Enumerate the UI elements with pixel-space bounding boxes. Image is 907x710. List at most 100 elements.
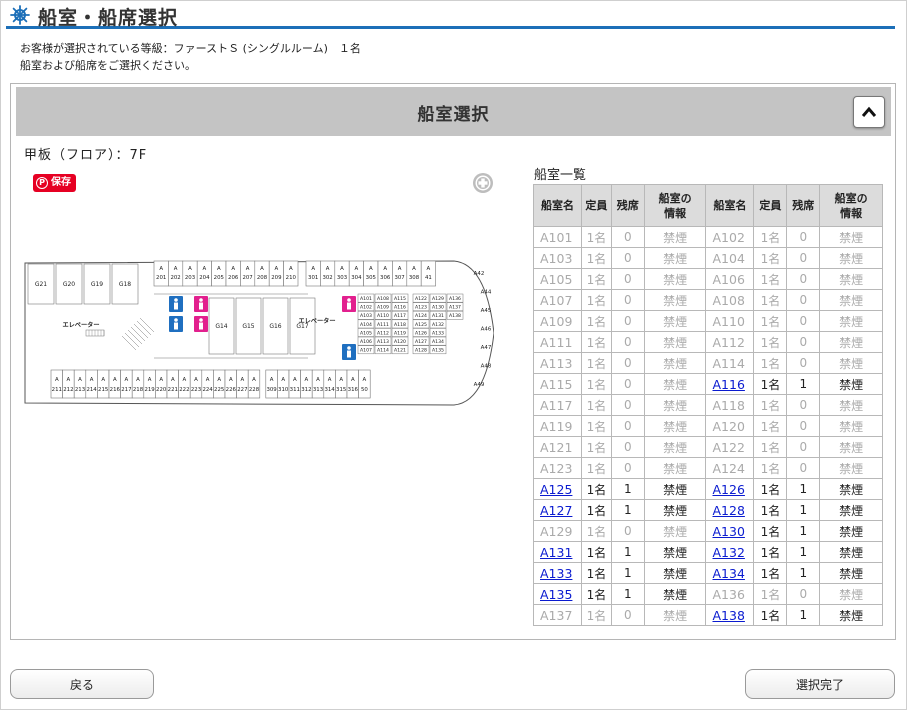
cabin-room xyxy=(196,260,212,287)
cabin-link[interactable]: A116 xyxy=(712,377,744,392)
room-number: 224 xyxy=(202,387,213,393)
male-wc-icon-head xyxy=(347,346,351,350)
remaining-cell: 0 xyxy=(610,520,645,542)
column-header: 定員 xyxy=(580,184,612,227)
room-number: 208 xyxy=(257,275,268,281)
table-row: A117 1名 0 禁煙 A118 1名 0 禁煙 xyxy=(533,394,883,416)
remaining-cell: 0 xyxy=(610,226,645,248)
cabin-link[interactable]: A130 xyxy=(712,524,744,539)
cabin-info-cell: 禁煙 xyxy=(643,436,707,458)
room-prefix: A xyxy=(275,266,279,272)
cabin-cell-label: A119 xyxy=(394,330,406,336)
room-prefix: A xyxy=(340,266,344,272)
remaining-cell: 0 xyxy=(610,247,645,269)
capacity-cell: 1名 xyxy=(753,478,788,500)
cabin-cell-label: A102 xyxy=(360,305,372,311)
table-row: A131 1名 1 禁煙 A132 1名 1 禁煙 xyxy=(533,541,883,563)
cabin-room xyxy=(108,369,121,399)
capacity-cell: 1名 xyxy=(753,394,788,416)
table-row: A107 1名 0 禁煙 A108 1名 0 禁煙 xyxy=(533,289,883,311)
cabin-link[interactable]: A128 xyxy=(712,503,744,518)
cabin-room xyxy=(346,369,359,399)
room-prefix: A xyxy=(383,266,387,272)
pin-save-label: 保存 xyxy=(51,177,71,188)
room-prefix: A xyxy=(159,266,163,272)
cabin-link[interactable]: A133 xyxy=(540,566,572,581)
table-header-row: 船室名 定員 残席 船室の 情報 船室名 定員 残席 船室の 情報 xyxy=(533,184,883,227)
room-number: G15 xyxy=(242,323,254,330)
cabin-info-cell: 禁煙 xyxy=(819,562,883,584)
room-prefix: A xyxy=(427,266,431,272)
cabin-link[interactable]: A131 xyxy=(540,545,572,560)
table-row: A125 1名 1 禁煙 A126 1名 1 禁煙 xyxy=(533,478,883,500)
deck-map[interactable]: A 201 A 202 A 203 A 204 A 205 A 206 A 207 A 208 A 209 A 210… xyxy=(24,258,494,408)
cabin-link[interactable]: A134 xyxy=(712,566,744,581)
room-number: 222 xyxy=(179,387,189,393)
remaining-cell: 0 xyxy=(786,415,821,437)
table-row: A115 1名 0 禁煙 A116 1名 1 禁煙 xyxy=(533,373,883,395)
cabin-link[interactable]: A135 xyxy=(540,587,572,602)
cabin-link[interactable]: A127 xyxy=(540,503,572,518)
cabin-name-cell: A136 xyxy=(705,583,755,605)
room-prefix: A xyxy=(229,377,233,383)
room-prefix: A xyxy=(183,377,187,383)
room-number: A49 xyxy=(474,382,485,388)
remaining-cell: 0 xyxy=(610,457,645,479)
capacity-cell: 1名 xyxy=(580,541,612,563)
capacity-cell: 1名 xyxy=(580,352,612,374)
room-number: A44 xyxy=(481,290,492,296)
cabin-link[interactable]: A132 xyxy=(712,545,744,560)
room-number: 204 xyxy=(199,275,210,281)
capacity-cell: 1名 xyxy=(753,331,788,353)
pinterest-save-button[interactable]: P 保存 xyxy=(33,174,76,192)
room-number: 313 xyxy=(313,387,323,393)
select-complete-button[interactable]: 選択完了 xyxy=(745,669,895,699)
cabin-link[interactable]: A126 xyxy=(712,482,744,497)
back-button[interactable]: 戻る xyxy=(10,669,154,699)
cabin-name-cell: A137 xyxy=(533,604,582,626)
cabin-room xyxy=(300,369,313,399)
cabin-cell-label: A112 xyxy=(377,330,389,336)
female-wc-icon-body xyxy=(199,322,203,330)
chevron-up-icon xyxy=(862,106,876,117)
collapse-button[interactable] xyxy=(853,96,885,128)
cabin-cell-label: A106 xyxy=(360,339,372,345)
cabin-info-cell: 禁煙 xyxy=(819,373,883,395)
cabin-info-cell: 禁煙 xyxy=(643,247,707,269)
remaining-cell: 0 xyxy=(786,331,821,353)
elevator-label: エレベーター xyxy=(62,321,99,329)
cabin-cell-label: A114 xyxy=(377,348,389,354)
cabin-info-cell: 禁煙 xyxy=(819,268,883,290)
cabin-name-cell: A102 xyxy=(705,226,755,248)
cabin-link[interactable]: A125 xyxy=(540,482,572,497)
room-prefix: A xyxy=(90,377,94,383)
plus-circle-icon[interactable] xyxy=(472,172,494,194)
cabin-room xyxy=(211,260,227,287)
cabin-name-cell: A124 xyxy=(705,457,755,479)
cabin-room xyxy=(363,260,379,287)
cabin-name-cell: A109 xyxy=(533,310,582,332)
capacity-cell: 1名 xyxy=(753,268,788,290)
room-prefix: A xyxy=(316,377,320,383)
cabin-info-cell: 禁煙 xyxy=(643,226,707,248)
cabin-info-cell: 禁煙 xyxy=(819,583,883,605)
cabin-cell-label: A138 xyxy=(449,313,461,319)
cabin-room xyxy=(85,369,98,399)
cabin-info-cell: 禁煙 xyxy=(643,331,707,353)
cabin-room xyxy=(420,260,436,287)
cabin-cell-label: A105 xyxy=(360,330,372,336)
room-number: G19 xyxy=(91,281,103,288)
cabin-room xyxy=(323,369,336,399)
cabin-room xyxy=(254,260,270,287)
room-prefix: A xyxy=(305,377,309,383)
room-number: G20 xyxy=(63,281,75,288)
room-number: 308 xyxy=(409,275,420,281)
room-prefix: A xyxy=(203,266,207,272)
cabin-room xyxy=(131,369,145,399)
room-number: G18 xyxy=(119,281,131,288)
room-number: A42 xyxy=(474,271,485,277)
cabin-name-cell: A103 xyxy=(533,247,582,269)
table-row: A127 1名 1 禁煙 A128 1名 1 禁煙 xyxy=(533,499,883,521)
capacity-cell: 1名 xyxy=(580,478,612,500)
cabin-link[interactable]: A138 xyxy=(712,608,744,623)
